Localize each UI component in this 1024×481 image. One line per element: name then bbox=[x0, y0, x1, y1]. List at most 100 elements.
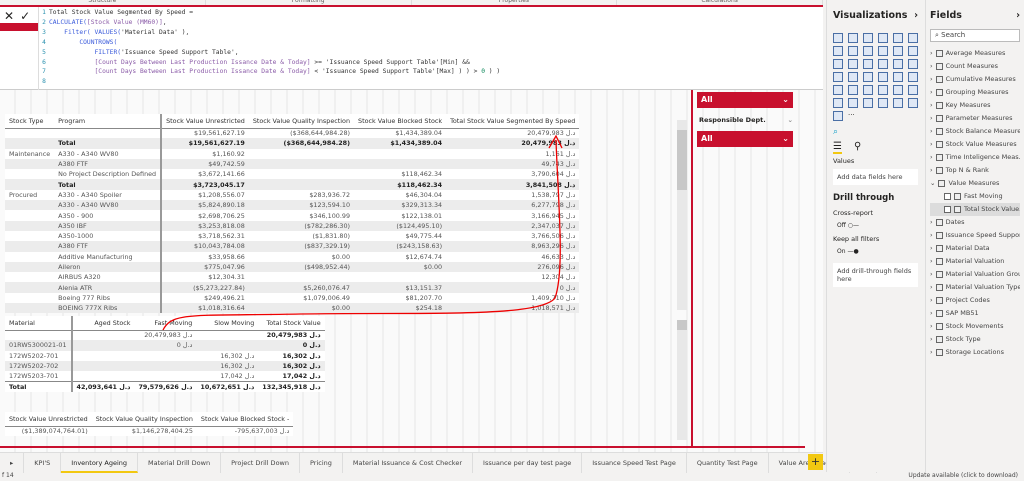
expand-chevron-icon[interactable]: › bbox=[930, 99, 933, 112]
values-drop-zone[interactable]: Add data fields here bbox=[833, 169, 918, 185]
collapse-chevron-icon[interactable]: › bbox=[914, 10, 918, 21]
visual-type-icon[interactable] bbox=[893, 98, 903, 108]
visual-type-icon[interactable] bbox=[908, 98, 918, 108]
format-paintroller-icon[interactable]: ⚲ bbox=[854, 141, 861, 154]
visual-type-icon[interactable] bbox=[878, 46, 888, 56]
chevron-down-icon[interactable]: ⌄ bbox=[788, 116, 793, 124]
table-item[interactable]: › Material Valuation Group bbox=[930, 268, 1020, 281]
table-item[interactable]: › Project Codes bbox=[930, 294, 1020, 307]
table-item[interactable]: › Dates bbox=[930, 216, 1020, 229]
expand-chevron-icon[interactable]: › bbox=[930, 307, 933, 320]
expand-chevron-icon[interactable]: › bbox=[930, 164, 933, 177]
expand-chevron-icon[interactable]: › bbox=[930, 294, 933, 307]
slicer-dropdown[interactable]: All ⌄ bbox=[697, 92, 793, 108]
expand-chevron-icon[interactable]: › bbox=[930, 268, 933, 281]
more-visuals-icon[interactable]: ··· bbox=[848, 111, 860, 121]
expand-chevron-icon[interactable]: › bbox=[930, 242, 933, 255]
visual-type-icon[interactable] bbox=[908, 72, 918, 82]
table-item[interactable]: › Storage Locations bbox=[930, 346, 1020, 359]
responsible-dept-slicer[interactable]: All ⌄ bbox=[697, 131, 793, 147]
visual-type-icon[interactable] bbox=[848, 33, 858, 43]
table-item[interactable]: › Parameter Measures bbox=[930, 112, 1020, 125]
page-tab[interactable]: Material Drill Down bbox=[138, 452, 222, 473]
table-item[interactable]: › Time Inteligence Meas... bbox=[930, 151, 1020, 164]
visual-type-icon[interactable] bbox=[848, 85, 858, 95]
visual-type-icon[interactable] bbox=[848, 72, 858, 82]
expand-chevron-icon[interactable]: › bbox=[930, 86, 933, 99]
expand-chevron-icon[interactable]: ⌄ bbox=[930, 177, 935, 190]
cross-report-toggle[interactable]: Off ○— bbox=[837, 222, 918, 229]
table-item[interactable]: ⌄ Value Measures bbox=[930, 177, 1020, 190]
add-page-button[interactable]: + bbox=[808, 454, 823, 470]
table-item[interactable]: › Cumulative Measures bbox=[930, 73, 1020, 86]
page-tab[interactable]: Project Drill Down bbox=[221, 452, 300, 473]
visual-type-icon[interactable] bbox=[893, 33, 903, 43]
keep-filters-toggle[interactable]: On —● bbox=[837, 248, 918, 255]
page-tab[interactable]: Material Issuance & Cost Checker bbox=[343, 452, 474, 473]
page-tab[interactable]: Quantity Test Page bbox=[687, 452, 769, 473]
visual-type-icon[interactable] bbox=[848, 98, 858, 108]
table-item[interactable]: › Material Valuation bbox=[930, 255, 1020, 268]
table-item[interactable]: › Grouping Measures bbox=[930, 86, 1020, 99]
expand-chevron-icon[interactable]: › bbox=[930, 320, 933, 333]
visual-type-icon[interactable] bbox=[863, 98, 873, 108]
expand-chevron-icon[interactable]: › bbox=[930, 138, 933, 151]
visual-type-icon[interactable] bbox=[878, 85, 888, 95]
visual-type-icon[interactable] bbox=[863, 33, 873, 43]
collapse-chevron-icon[interactable]: › bbox=[1016, 10, 1020, 21]
visual-type-icon[interactable] bbox=[863, 85, 873, 95]
visual-type-icon[interactable] bbox=[833, 85, 843, 95]
visual-type-icon[interactable] bbox=[893, 46, 903, 56]
table-item[interactable]: › Stock Value Measures bbox=[930, 138, 1020, 151]
expand-chevron-icon[interactable]: › bbox=[930, 346, 933, 359]
search-icon[interactable]: ⌕ bbox=[833, 127, 918, 137]
expand-chevron-icon[interactable]: › bbox=[930, 112, 933, 125]
page-tab[interactable]: Inventory Ageing bbox=[61, 452, 139, 473]
expand-chevron-icon[interactable]: › bbox=[930, 125, 933, 138]
expand-chevron-icon[interactable]: › bbox=[930, 333, 933, 346]
visual-type-icon[interactable] bbox=[833, 111, 843, 121]
table-item[interactable]: › Count Measures bbox=[930, 60, 1020, 73]
visual-type-icon[interactable] bbox=[833, 72, 843, 82]
expand-chevron-icon[interactable]: › bbox=[930, 229, 933, 242]
visual-type-icon[interactable] bbox=[848, 59, 858, 69]
visual-type-icon[interactable] bbox=[863, 46, 873, 56]
page-tab[interactable]: Issuance per day test page bbox=[473, 452, 583, 473]
visual-type-icon[interactable] bbox=[878, 59, 888, 69]
update-link[interactable]: Update available (click to download) bbox=[908, 472, 1018, 479]
visual-type-icon[interactable] bbox=[893, 59, 903, 69]
table-item[interactable]: › Stock Movements bbox=[930, 320, 1020, 333]
field-item[interactable]: Fast Moving bbox=[930, 190, 1020, 203]
table-item[interactable]: › Material Valuation Type bbox=[930, 281, 1020, 294]
expand-chevron-icon[interactable]: › bbox=[930, 60, 933, 73]
visual-type-icon[interactable] bbox=[908, 46, 918, 56]
visual-type-icon[interactable] bbox=[893, 72, 903, 82]
visual-type-icon[interactable] bbox=[878, 72, 888, 82]
page-tab[interactable]: Pricing bbox=[300, 452, 343, 473]
table-item[interactable]: › Top N & Rank bbox=[930, 164, 1020, 177]
visual-type-icon[interactable] bbox=[833, 46, 843, 56]
expand-chevron-icon[interactable]: › bbox=[930, 151, 933, 164]
visual-type-icon[interactable] bbox=[833, 98, 843, 108]
visual-type-icon[interactable] bbox=[833, 59, 843, 69]
field-item[interactable]: Total Stock Value... bbox=[930, 203, 1020, 216]
drillthrough-drop-zone[interactable]: Add drill-through fields here bbox=[833, 263, 918, 287]
expand-chevron-icon[interactable]: › bbox=[930, 255, 933, 268]
checkbox[interactable] bbox=[944, 206, 951, 213]
visual-type-icon[interactable] bbox=[908, 33, 918, 43]
page-tab[interactable]: Issuance Speed Test Page bbox=[582, 452, 687, 473]
visual-type-icon[interactable] bbox=[908, 59, 918, 69]
table-item[interactable]: › Stock Type bbox=[930, 333, 1020, 346]
page-tab[interactable]: KPI'S bbox=[24, 452, 62, 473]
visual-type-icon[interactable] bbox=[878, 98, 888, 108]
table-item[interactable]: › Average Measures bbox=[930, 47, 1020, 60]
fields-tab-icon[interactable]: ☰ bbox=[833, 141, 842, 154]
visual-type-icon[interactable] bbox=[848, 46, 858, 56]
table-item[interactable]: › SAP MB51 bbox=[930, 307, 1020, 320]
fields-search-input[interactable]: ⌕ Search bbox=[930, 29, 1020, 42]
tabs-scroll-icon[interactable]: ▸ bbox=[0, 452, 25, 473]
expand-chevron-icon[interactable]: › bbox=[930, 216, 933, 229]
visual-type-icon[interactable] bbox=[863, 59, 873, 69]
visual-type-icon[interactable] bbox=[833, 33, 843, 43]
checkbox[interactable] bbox=[944, 193, 951, 200]
